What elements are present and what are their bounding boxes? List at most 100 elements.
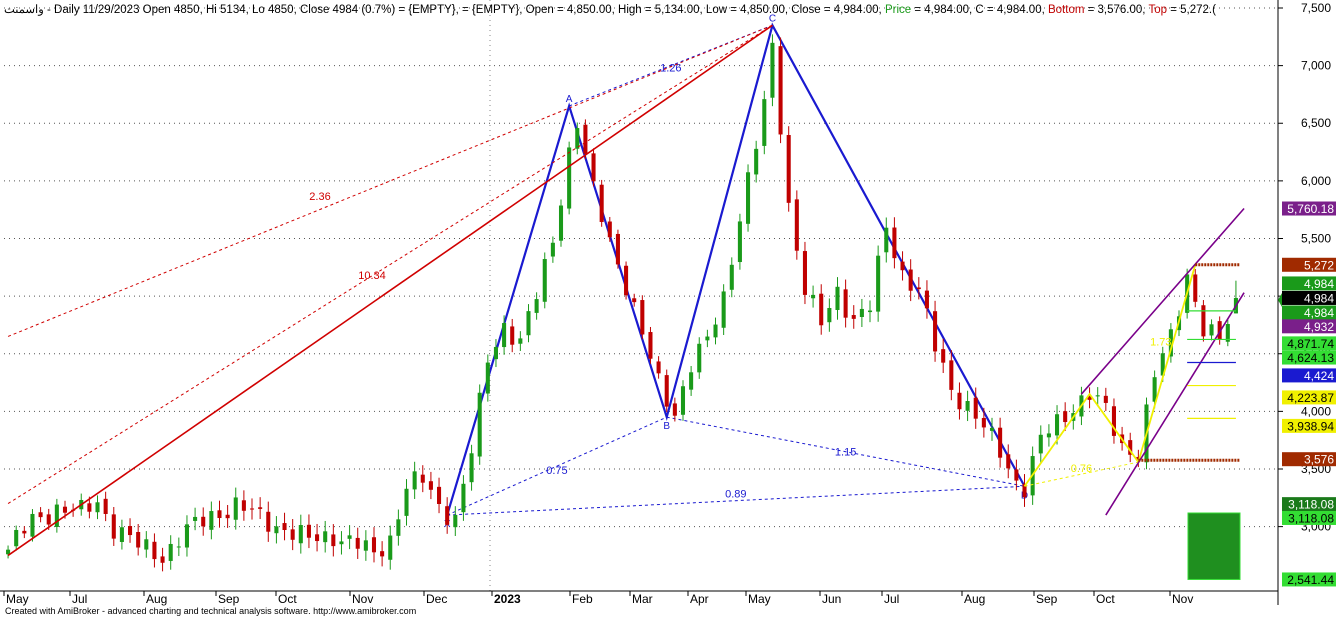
pattern-ratio-label: 0.89 bbox=[725, 489, 746, 501]
candle-body bbox=[1038, 434, 1043, 454]
candle-body bbox=[526, 311, 531, 336]
overlays: 10.34 2.36 0.76 1.73 bbox=[7, 24, 1245, 580]
x-tick-label: Oct bbox=[1096, 592, 1115, 606]
empty-field-1: = {EMPTY}, bbox=[395, 4, 459, 16]
x-tick-label: Oct bbox=[278, 592, 297, 606]
candle-body bbox=[965, 401, 970, 411]
x-tick-label: May bbox=[6, 592, 29, 606]
candle-body bbox=[54, 504, 59, 527]
pattern-ratio-label: 1.26 bbox=[660, 63, 681, 75]
candle-body bbox=[62, 506, 68, 513]
candle-body bbox=[1014, 469, 1019, 481]
candle-body bbox=[876, 255, 881, 312]
candle-body bbox=[575, 128, 580, 149]
yellow-ratio-label: 0.76 bbox=[1071, 463, 1092, 475]
pattern-ratio-label: 1.15 bbox=[835, 447, 856, 459]
candle-body bbox=[437, 486, 442, 504]
candle-body bbox=[607, 221, 612, 238]
candle-body bbox=[648, 332, 653, 359]
yellow-ratio-label: 1.73 bbox=[1150, 336, 1171, 348]
candle-body bbox=[502, 323, 507, 348]
candle-body bbox=[485, 362, 490, 394]
candle-body bbox=[282, 523, 287, 531]
candle-body bbox=[640, 300, 645, 335]
candle-body bbox=[119, 527, 124, 542]
y-tick-label: 7,000 bbox=[1301, 59, 1331, 73]
candle-body bbox=[534, 299, 539, 313]
candle-body bbox=[591, 153, 596, 182]
grid bbox=[4, 0, 1278, 591]
candle-body bbox=[380, 551, 385, 557]
price-chart[interactable]: XABCD0.751.261.150.89 10.342.360.761.73 … bbox=[0, 0, 1336, 619]
x-tick-label: 2023 bbox=[494, 592, 521, 606]
candle-body bbox=[306, 524, 311, 538]
candle-body bbox=[981, 417, 986, 428]
candle-body bbox=[355, 537, 360, 549]
candle-body bbox=[209, 511, 214, 530]
candle-body bbox=[851, 315, 856, 319]
ohlc-values: = {EMPTY}, Open = 4,850.00, High = 5,134… bbox=[458, 4, 885, 16]
candle-body bbox=[1201, 305, 1206, 337]
candle-body bbox=[786, 135, 791, 203]
x-tick-label: Nov bbox=[1172, 592, 1193, 606]
candle-body bbox=[445, 506, 450, 525]
x-tick-label: Nov bbox=[352, 592, 373, 606]
candle-body bbox=[762, 99, 767, 146]
candle-body bbox=[225, 514, 230, 519]
candle-body bbox=[835, 286, 840, 310]
y-tick-label: 6,500 bbox=[1301, 116, 1331, 130]
red-dashed-trendline bbox=[7, 24, 773, 504]
candle-body bbox=[957, 392, 962, 410]
price-label-text: 4,984 bbox=[1304, 306, 1334, 320]
candle-body bbox=[615, 233, 620, 265]
price-label-text: 4,984 bbox=[1304, 277, 1334, 291]
candle-body bbox=[363, 540, 368, 551]
candle-body bbox=[241, 500, 246, 511]
candle-body bbox=[339, 541, 344, 545]
candle-body bbox=[656, 361, 661, 374]
bottom-value: = 3,576.00, bbox=[1084, 4, 1149, 16]
candle-body bbox=[184, 524, 189, 548]
candle-body bbox=[1055, 414, 1060, 436]
candle-body bbox=[1046, 433, 1051, 438]
candle-body bbox=[518, 338, 523, 344]
red-ratio-label: 10.34 bbox=[358, 270, 386, 282]
y-tick-label: 5,500 bbox=[1301, 231, 1331, 245]
candle-body bbox=[754, 148, 759, 175]
candle-body bbox=[428, 481, 433, 490]
candle-body bbox=[128, 526, 133, 536]
candle-body bbox=[193, 516, 198, 521]
candle-body bbox=[949, 360, 954, 390]
top-label: Top bbox=[1148, 4, 1168, 16]
candle-body bbox=[900, 261, 905, 271]
price-label-text: 3,938.94 bbox=[1287, 419, 1334, 433]
candle-body bbox=[998, 427, 1003, 458]
candle-body bbox=[916, 287, 921, 290]
price-label-text: 5,272 bbox=[1304, 258, 1334, 272]
candle-body bbox=[689, 372, 694, 390]
price-label-text: 3,576 bbox=[1304, 453, 1334, 467]
x-tick-label: Dec bbox=[426, 592, 447, 606]
candle-body bbox=[550, 242, 555, 257]
price-label-text: 4,624.13 bbox=[1287, 351, 1334, 365]
candle-body bbox=[1209, 324, 1214, 336]
candle-body bbox=[933, 311, 938, 352]
candle-body bbox=[111, 514, 116, 539]
x-tick-label: Jul bbox=[72, 592, 87, 606]
candle-body bbox=[859, 308, 864, 318]
candle-body bbox=[95, 502, 100, 513]
x-tick-label: Aug bbox=[146, 592, 167, 606]
candle-body bbox=[737, 221, 742, 263]
candle-body bbox=[331, 534, 336, 547]
candle-body bbox=[347, 535, 352, 539]
candle-body bbox=[176, 546, 181, 548]
candle-body bbox=[713, 324, 718, 338]
pattern-leg bbox=[446, 22, 1026, 516]
candle-body bbox=[1193, 274, 1198, 302]
candle-body bbox=[811, 294, 816, 299]
price-value: = 4,984.00, C = 4,984.00, bbox=[911, 4, 1048, 16]
candle-body bbox=[168, 543, 173, 561]
candle-body bbox=[664, 375, 669, 407]
price-label-text: 3,118.08 bbox=[1288, 498, 1334, 512]
candle-body bbox=[867, 310, 873, 313]
